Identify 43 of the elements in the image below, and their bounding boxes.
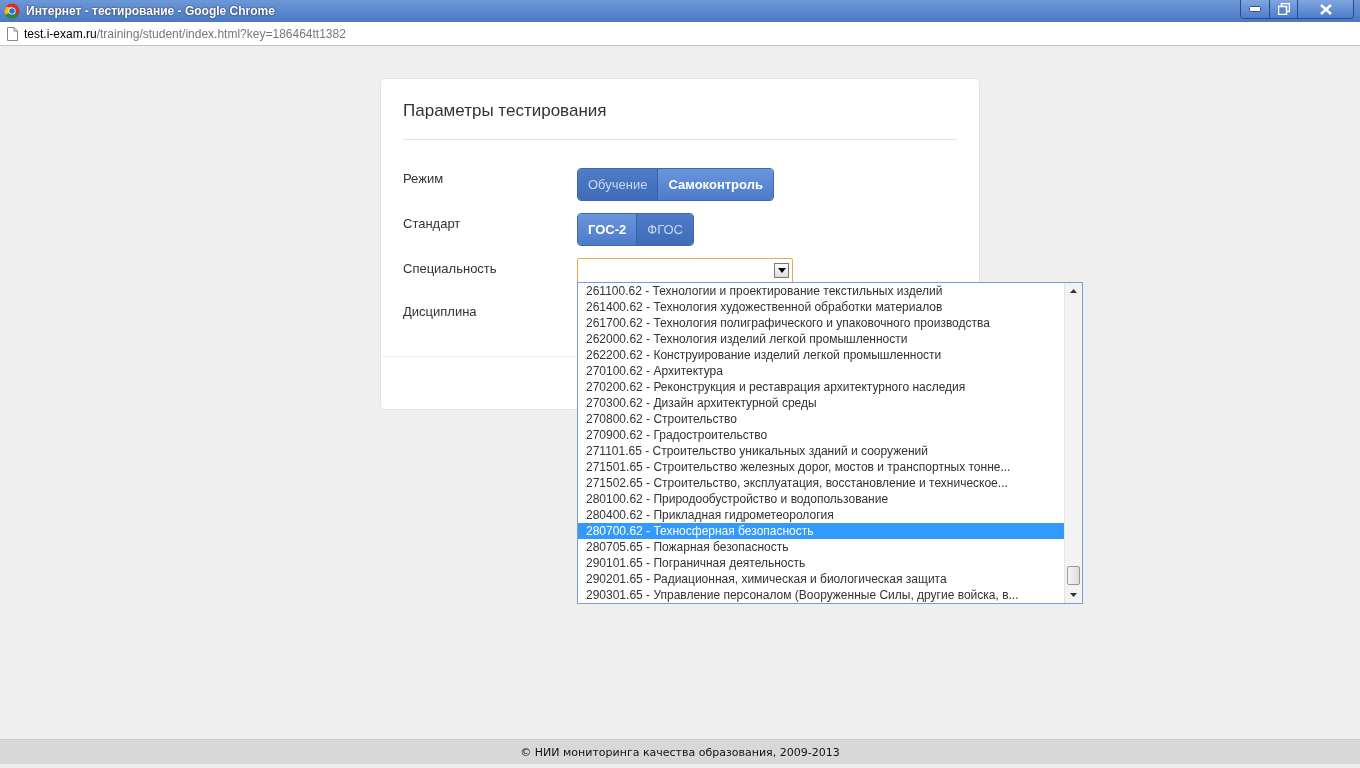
url-host[interactable]: test.i-exam.ru: [24, 26, 97, 41]
dropdown-option[interactable]: 280400.62 - Прикладная гидрометеорология: [578, 507, 1064, 523]
minimize-icon: [1249, 6, 1261, 12]
scroll-down-arrow-icon[interactable]: [1070, 593, 1077, 597]
card-title: Параметры тестирования: [403, 79, 957, 140]
dropdown-option[interactable]: 280100.62 - Природообустройство и водопользование: [578, 491, 1064, 507]
toggle-button[interactable]: Самоконтроль: [657, 169, 773, 200]
dropdown-option[interactable]: 270200.62 - Реконструкция и реставрация архитектурного наследия: [578, 379, 1064, 395]
dropdown-option[interactable]: 261100.62 - Технологии и проектирование текстильных изделий: [578, 283, 1064, 299]
minimize-button[interactable]: [1241, 0, 1269, 18]
dropdown-option[interactable]: 271101.65 - Строительство уникальных зданий и сооружений: [578, 443, 1064, 459]
dropdown-option[interactable]: 290101.65 - Пограничная деятельность: [578, 555, 1064, 571]
window-title: Интернет - тестирование - Google Chrome: [26, 4, 276, 18]
dropdown-option[interactable]: 270800.62 - Строительство: [578, 411, 1064, 427]
dropdown-option[interactable]: 261400.62 - Технология художественной обработки материалов: [578, 299, 1064, 315]
scrollbar-thumb[interactable]: [1067, 566, 1080, 585]
dropdown-option[interactable]: 271501.65 - Строительство железных дорог, мостов и транспортных тонне...: [578, 459, 1064, 475]
select-field[interactable]: [577, 258, 793, 283]
scroll-up-arrow-icon[interactable]: [1070, 289, 1077, 293]
field-label: Режим: [403, 170, 445, 188]
field-label: Стандарт: [403, 215, 462, 233]
close-icon: [1319, 3, 1332, 15]
dropdown-option[interactable]: 262000.62 - Технология изделий легкой промышленности: [578, 331, 1064, 347]
close-button[interactable]: [1297, 0, 1353, 18]
dropdown-option[interactable]: 290301.65 - Управление персоналом (Вооруженные Силы, другие войска, в...: [578, 587, 1064, 603]
dropdown-option[interactable]: 262200.62 - Конструирование изделий легкой промышленности: [578, 347, 1064, 363]
dropdown-option[interactable]: 270300.62 - Дизайн архитектурной среды: [578, 395, 1064, 411]
toggle-button[interactable]: ГОС-2: [578, 214, 637, 245]
restore-button[interactable]: [1269, 0, 1297, 18]
field-label: Специальность: [403, 260, 498, 278]
browser-logo-icon: [4, 3, 20, 19]
copyright-text: © НИИ мониторинга качества образования, 2009-2013: [520, 745, 840, 759]
dropdown-option[interactable]: 261700.62 - Технология полиграфического и упаковочного производства: [578, 315, 1064, 331]
url-path[interactable]: /training/student/index.html?key=186464tt1382: [96, 26, 346, 41]
scrollbar[interactable]: [1064, 283, 1082, 603]
page-icon: [7, 26, 18, 41]
field-label: Дисциплина: [403, 303, 478, 321]
dropdown-option[interactable]: 290201.65 - Радиационная, химическая и биологическая защита: [578, 571, 1064, 587]
restore-icon: [1277, 3, 1290, 15]
dropdown-option[interactable]: 280705.65 - Пожарная безопасность: [578, 539, 1064, 555]
dropdown-option[interactable]: 270900.62 - Градостроительство: [578, 427, 1064, 443]
dropdown-option[interactable]: 270100.62 - Архитектура: [578, 363, 1064, 379]
dropdown-option[interactable]: 271502.65 - Строительство, эксплуатация, восстановление и техническое...: [578, 475, 1064, 491]
